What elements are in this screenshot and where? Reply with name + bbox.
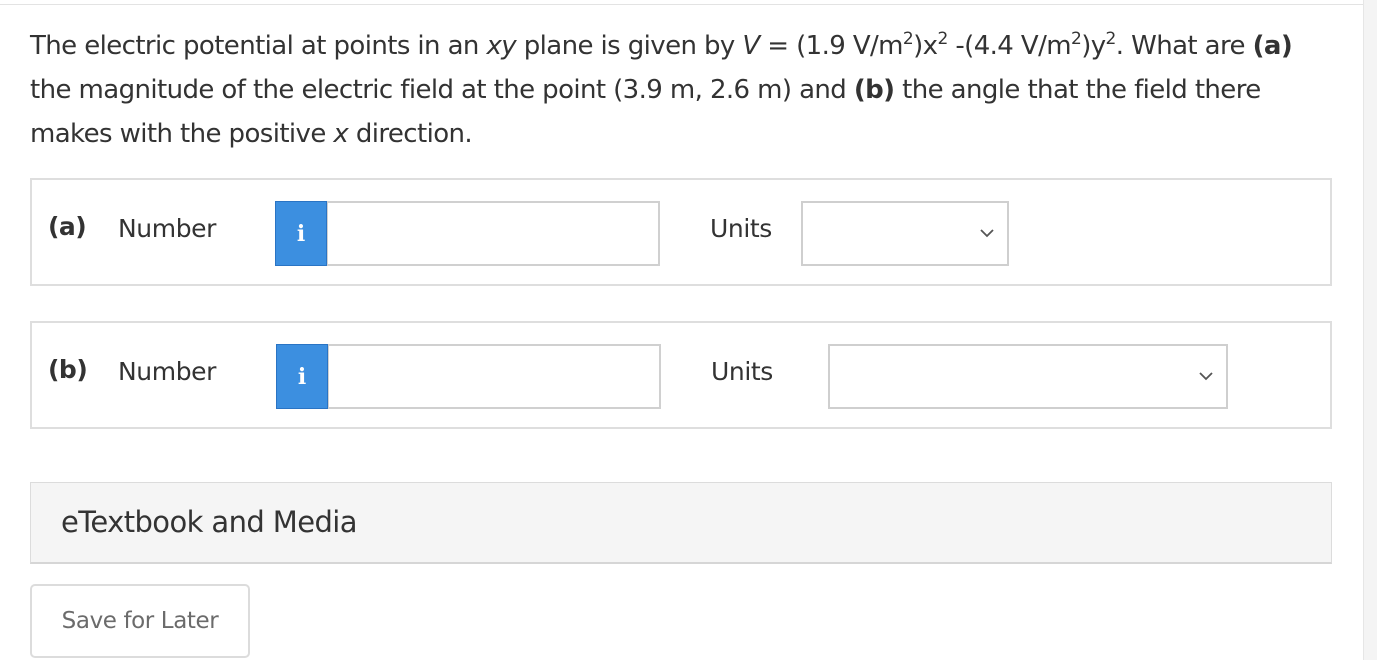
equation-part-1: = (1.9 V/m (759, 31, 903, 61)
question-text-a: the magnitude of the electric field at t… (30, 75, 854, 105)
part-a-units-label: Units (710, 214, 772, 243)
question-end: direction. (348, 119, 473, 149)
exponent-4: 2 (1105, 29, 1117, 49)
part-a-number-input[interactable] (327, 201, 660, 266)
scrollbar[interactable] (1363, 0, 1377, 660)
plane-variable: xy (486, 31, 517, 61)
top-divider (0, 4, 1363, 5)
part-a-info-icon[interactable]: i (275, 201, 327, 266)
part-b-units-label: Units (711, 357, 773, 386)
equation-part-3: -(4.4 V/m (947, 31, 1071, 61)
etextbook-media-section[interactable]: eTextbook and Media (30, 482, 1332, 564)
part-b-letter: (b) (48, 355, 88, 384)
part-a-letter: (a) (48, 212, 87, 241)
part-b-number-input[interactable] (328, 344, 661, 409)
chevron-down-icon (980, 229, 994, 238)
question-what-are: . What are (1115, 31, 1253, 61)
save-for-later-button[interactable]: Save for Later (30, 584, 250, 658)
question-label-a: (a) (1252, 31, 1293, 61)
exponent-1: 2 (902, 29, 914, 49)
part-b-number-label: Number (118, 357, 217, 386)
equation-part-2: )x (913, 31, 938, 61)
part-b-units-select[interactable] (828, 344, 1228, 409)
question-label-b: (b) (853, 75, 895, 105)
question-text: The electric potential at points in an x… (30, 24, 1330, 156)
potential-symbol: V (742, 31, 760, 61)
question-plane-text: plane is given by (516, 31, 743, 61)
etextbook-media-label: eTextbook and Media (61, 505, 357, 539)
part-b-info-icon[interactable]: i (276, 344, 328, 409)
part-a-units-select[interactable] (801, 201, 1009, 266)
chevron-down-icon (1199, 372, 1213, 381)
question-intro: The electric potential at points in an (30, 31, 487, 61)
answer-part-b: (b) Number i Units (30, 321, 1332, 429)
exponent-2: 2 (937, 29, 948, 49)
x-variable: x (333, 119, 349, 149)
answer-part-a: (a) Number i Units (30, 178, 1332, 286)
exponent-3: 2 (1070, 29, 1082, 49)
part-a-number-label: Number (118, 214, 217, 243)
equation-part-4: )y (1081, 31, 1106, 61)
